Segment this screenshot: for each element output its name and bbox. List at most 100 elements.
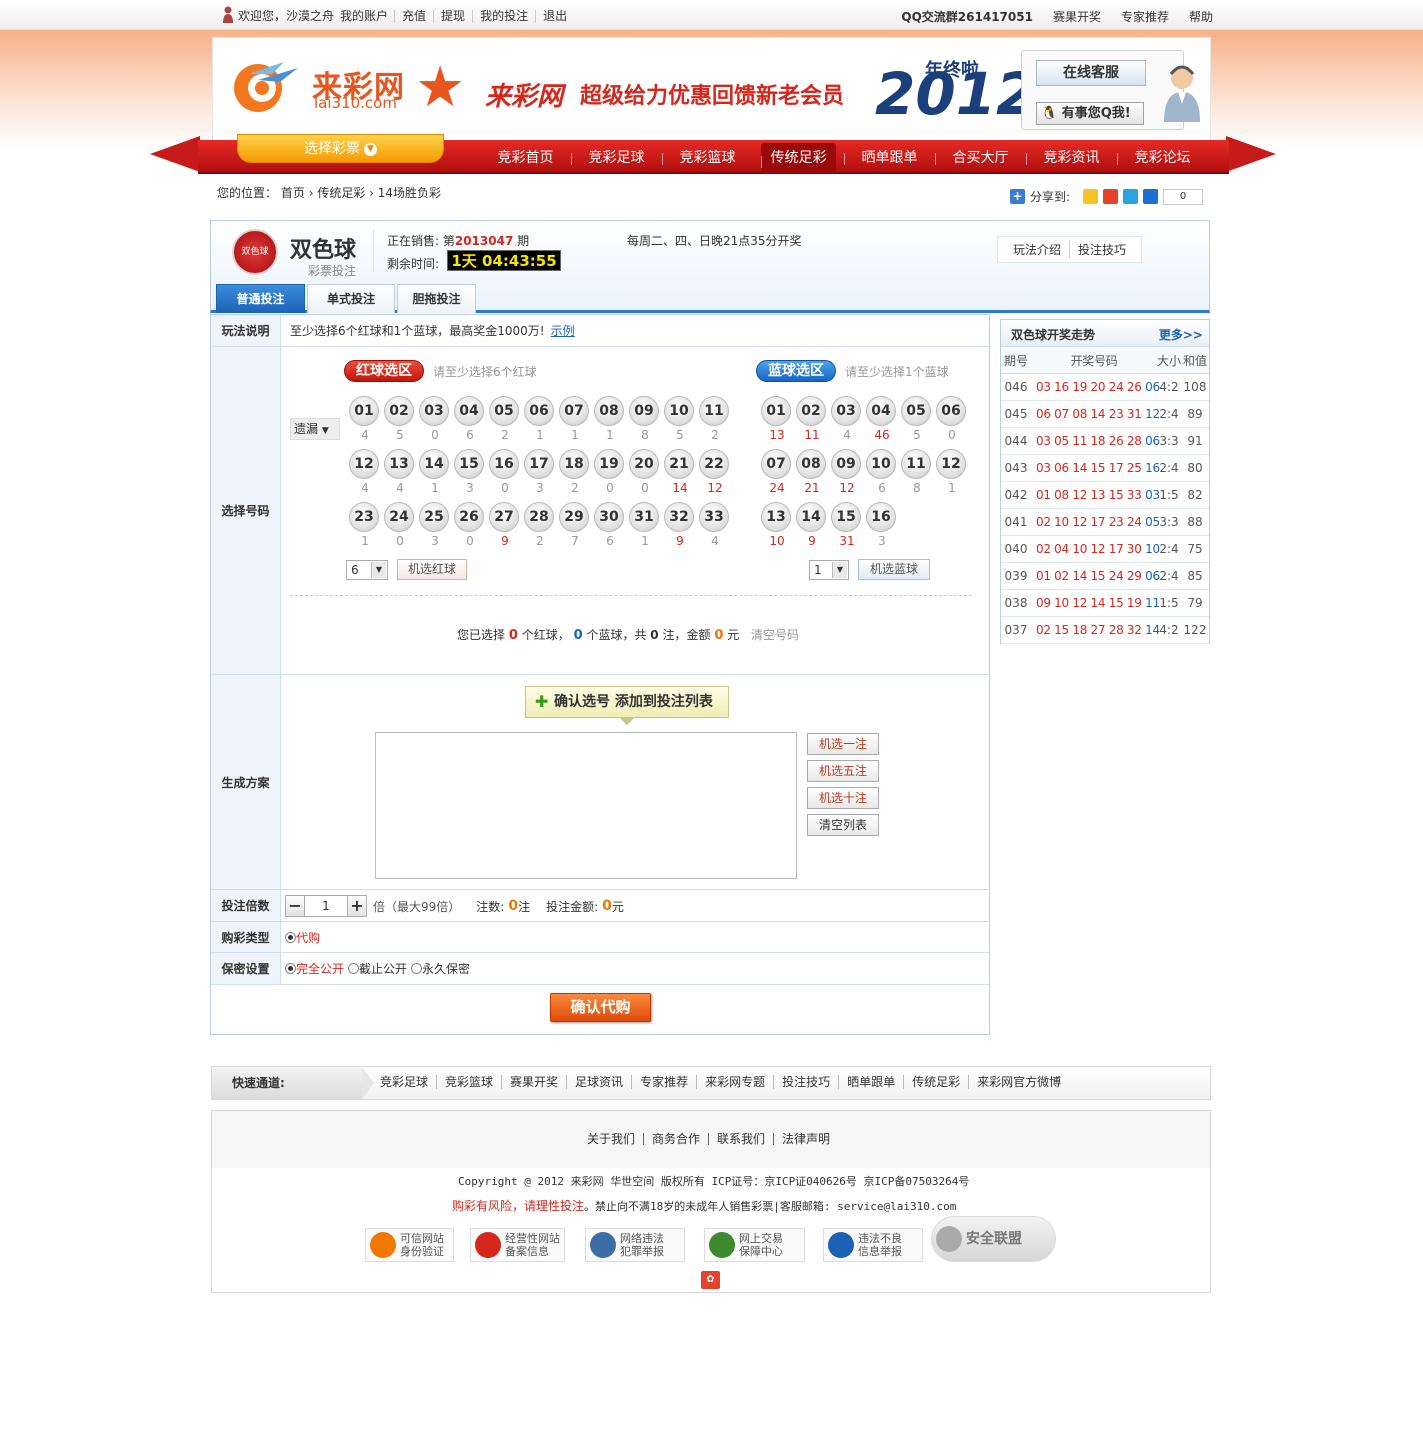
breadcrumb-home[interactable]: 首页 [281, 186, 305, 200]
nav-item-group-buy[interactable]: 合买大厅 [935, 140, 1026, 176]
example-link[interactable]: 示例 [551, 324, 575, 338]
red-ball-29[interactable]: 29 [559, 502, 589, 532]
confirm-add-button[interactable]: ✚ 确认选号 添加到投注列表 [525, 686, 729, 725]
nav-item-traditional[interactable]: 传统足彩 [761, 143, 836, 173]
footer-link[interactable]: 关于我们 [587, 1133, 643, 1145]
blue-ball-08[interactable]: 08 [796, 449, 826, 479]
red-ball-18[interactable]: 18 [559, 449, 589, 479]
trusted-site-badge[interactable]: 可信网站 身份验证 [365, 1228, 454, 1262]
red-ball-14[interactable]: 14 [419, 449, 449, 479]
logout-link[interactable]: 退出 [535, 10, 574, 23]
quick-link[interactable]: 赛果开奖 [501, 1075, 566, 1089]
plus-button[interactable]: + [347, 895, 367, 917]
red-ball-28[interactable]: 28 [524, 502, 554, 532]
trend-more-link[interactable]: 更多>> [1159, 326, 1203, 343]
safety-alliance-badge[interactable]: 安全联盟 [931, 1216, 1056, 1262]
red-ball-03[interactable]: 03 [419, 396, 449, 426]
confirm-buy-button[interactable]: 确认代购 [550, 993, 651, 1022]
blue-ball-05[interactable]: 05 [901, 396, 931, 426]
expert-link[interactable]: 专家推荐 [1121, 8, 1169, 25]
qzone-icon[interactable] [1083, 189, 1099, 204]
quick-link[interactable]: 传统足彩 [903, 1075, 968, 1089]
footer-link[interactable]: 联系我们 [708, 1133, 773, 1145]
tab-normal[interactable]: 普通投注 [216, 284, 305, 313]
radio-private[interactable] [411, 963, 423, 974]
blue-ball-02[interactable]: 02 [796, 396, 826, 426]
red-ball-16[interactable]: 16 [489, 449, 519, 479]
omit-dropdown[interactable]: 遗漏 ▼ [290, 418, 340, 440]
results-link[interactable]: 赛果开奖 [1053, 8, 1101, 25]
blue-count-select[interactable]: 1 ▼ [809, 560, 849, 580]
red-ball-11[interactable]: 11 [699, 396, 729, 426]
account-link[interactable]: 我的账户 [340, 10, 394, 23]
share-plus-icon[interactable]: + [1010, 189, 1025, 204]
play-intro-link[interactable]: 玩法介绍 [1013, 241, 1061, 258]
red-ball-26[interactable]: 26 [454, 502, 484, 532]
radio-public[interactable] [285, 963, 296, 974]
select-lottery-button[interactable]: 选择彩票 ▼ [237, 134, 444, 163]
clear-list-button[interactable]: 清空列表 [807, 814, 879, 836]
red-ball-09[interactable]: 09 [629, 396, 659, 426]
tab-single[interactable]: 单式投注 [307, 284, 395, 313]
minus-button[interactable]: − [285, 895, 305, 917]
red-ball-01[interactable]: 01 [349, 396, 379, 426]
quick-link[interactable]: 投注技巧 [773, 1075, 838, 1089]
random-ten-button[interactable]: 机选十注 [807, 787, 879, 809]
red-ball-21[interactable]: 21 [664, 449, 694, 479]
blue-ball-06[interactable]: 06 [936, 396, 966, 426]
red-ball-13[interactable]: 13 [384, 449, 414, 479]
site-logo[interactable]: 来彩网 lai310.com [228, 54, 408, 114]
random-blue-button[interactable]: 机选蓝球 [858, 559, 930, 580]
business-record-badge[interactable]: 经营性网站 备案信息 [470, 1228, 565, 1262]
nav-item-jc-football[interactable]: 竞彩足球 [571, 140, 662, 176]
nav-item-share-follow[interactable]: 晒单跟单 [844, 140, 935, 176]
red-ball-20[interactable]: 20 [629, 449, 659, 479]
red-ball-08[interactable]: 08 [594, 396, 624, 426]
red-ball-32[interactable]: 32 [664, 502, 694, 532]
red-count-select[interactable]: 6 ▼ [346, 560, 388, 580]
bet-list-textarea[interactable] [375, 732, 797, 879]
red-ball-27[interactable]: 27 [489, 502, 519, 532]
quick-link[interactable]: 来彩网专题 [696, 1075, 773, 1089]
red-ball-04[interactable]: 04 [454, 396, 484, 426]
blue-ball-12[interactable]: 12 [936, 449, 966, 479]
red-ball-15[interactable]: 15 [454, 449, 484, 479]
multiple-input[interactable]: 1 [305, 895, 347, 917]
quick-link[interactable]: 专家推荐 [631, 1075, 696, 1089]
red-ball-02[interactable]: 02 [384, 396, 414, 426]
radio-daigou[interactable] [285, 932, 296, 943]
trade-guarantee-badge[interactable]: 网上交易 保障中心 [704, 1228, 805, 1262]
blue-ball-03[interactable]: 03 [831, 396, 861, 426]
quick-link[interactable]: 竞彩足球 [372, 1075, 436, 1089]
breadcrumb-traditional[interactable]: 传统足彩 [317, 186, 365, 200]
paw-icon[interactable]: ✿ [701, 1271, 720, 1289]
red-ball-19[interactable]: 19 [594, 449, 624, 479]
blue-ball-10[interactable]: 10 [866, 449, 896, 479]
quick-link[interactable]: 竞彩篮球 [436, 1075, 501, 1089]
red-ball-31[interactable]: 31 [629, 502, 659, 532]
red-ball-30[interactable]: 30 [594, 502, 624, 532]
red-ball-25[interactable]: 25 [419, 502, 449, 532]
recharge-link[interactable]: 充值 [394, 10, 433, 23]
red-ball-23[interactable]: 23 [349, 502, 379, 532]
red-ball-22[interactable]: 22 [699, 449, 729, 479]
blue-ball-07[interactable]: 07 [761, 449, 791, 479]
quick-link[interactable]: 晒单跟单 [838, 1075, 903, 1089]
red-ball-10[interactable]: 10 [664, 396, 694, 426]
blue-ball-13[interactable]: 13 [761, 502, 791, 532]
clear-numbers-link[interactable]: 清空号码 [751, 628, 799, 642]
red-ball-12[interactable]: 12 [349, 449, 379, 479]
quick-link[interactable]: 来彩网官方微博 [968, 1075, 1069, 1089]
red-ball-33[interactable]: 33 [699, 502, 729, 532]
red-ball-17[interactable]: 17 [524, 449, 554, 479]
nav-item-jc-home[interactable]: 竞彩首页 [480, 140, 571, 176]
cybercrime-report-badge[interactable]: 网络违法 犯罪举报 [585, 1228, 685, 1262]
blue-ball-16[interactable]: 16 [866, 502, 896, 532]
footer-link[interactable]: 商务合作 [643, 1133, 708, 1145]
online-service-button[interactable]: 在线客服 [1036, 60, 1146, 86]
weibo-icon[interactable] [1103, 189, 1119, 204]
blue-ball-01[interactable]: 01 [761, 396, 791, 426]
nav-item-forum[interactable]: 竞彩论坛 [1117, 140, 1208, 176]
blue-ball-14[interactable]: 14 [796, 502, 826, 532]
promo-banner[interactable]: ★ 来彩网 超级给力优惠回馈新老会员 2012 年终啦 [415, 42, 1036, 132]
